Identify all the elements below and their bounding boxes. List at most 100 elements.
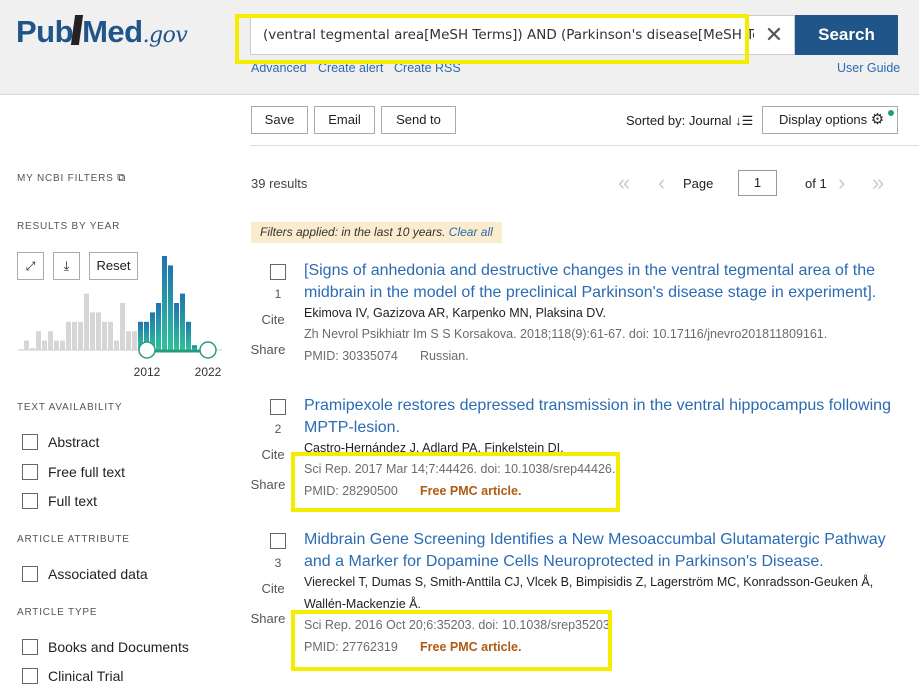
histogram-bar-1993[interactable] bbox=[24, 340, 29, 350]
display-options-button[interactable]: Display options ⚙ bbox=[762, 106, 898, 134]
send-to-button[interactable]: Send to bbox=[381, 106, 456, 134]
histogram-bar-2015[interactable] bbox=[156, 303, 161, 350]
result-pmid: PMID: 28290500 bbox=[304, 484, 398, 498]
year-end-label: 2022 bbox=[195, 365, 222, 379]
free-full-text-label[interactable]: Free full text bbox=[48, 464, 125, 480]
clear-all-link[interactable]: Clear all bbox=[449, 225, 493, 239]
result-number: 1 bbox=[274, 287, 282, 301]
user-guide-link[interactable]: User Guide bbox=[837, 61, 900, 75]
result-authors: Viereckel T, Dumas S, Smith-Anttila CJ, … bbox=[304, 575, 874, 611]
abstract-checkbox[interactable] bbox=[22, 434, 38, 450]
histogram-bar-2016[interactable] bbox=[162, 256, 167, 350]
histogram-bar-2001[interactable] bbox=[72, 321, 77, 350]
clinical-trial-checkbox[interactable] bbox=[22, 668, 38, 684]
histogram-bar-1994[interactable] bbox=[30, 348, 35, 350]
result-title-link[interactable]: Midbrain Gene Screening Identifies a New… bbox=[304, 529, 904, 573]
range-handle-start[interactable] bbox=[138, 341, 156, 359]
result-checkbox[interactable] bbox=[270, 533, 286, 549]
filters-applied-banner: Filters applied: in the last 10 years. C… bbox=[251, 222, 502, 243]
result-number: 2 bbox=[274, 422, 282, 436]
results-by-year-heading: RESULTS BY YEAR bbox=[17, 221, 121, 232]
result-citation: Sci Rep. 2017 Mar 14;7:44426. doi: 10.10… bbox=[304, 462, 616, 476]
result-checkbox[interactable] bbox=[270, 399, 286, 415]
prev-page-icon[interactable]: ‹ bbox=[658, 170, 665, 196]
range-handle-end[interactable] bbox=[199, 341, 217, 359]
cite-button[interactable]: Cite bbox=[253, 447, 293, 462]
histogram-bar-2003[interactable] bbox=[84, 293, 89, 350]
histogram-bar-2010[interactable] bbox=[126, 331, 131, 350]
histogram-bar-1996[interactable] bbox=[42, 340, 47, 350]
my-ncbi-filters-link[interactable]: MY NCBI FILTERS ⧉ bbox=[17, 172, 126, 185]
histogram-bar-2009[interactable] bbox=[120, 303, 125, 350]
histogram-bar-1995[interactable] bbox=[36, 331, 41, 350]
result-checkbox[interactable] bbox=[270, 264, 286, 280]
search-input[interactable]: (ventral tegmental area[MeSH Terms]) AND… bbox=[250, 15, 755, 55]
histogram-bar-2004[interactable] bbox=[90, 312, 95, 350]
books-documents-checkbox[interactable] bbox=[22, 639, 38, 655]
page-of-label: of 1 bbox=[805, 176, 827, 191]
highlight-box bbox=[291, 452, 620, 512]
year-histogram[interactable]: 2012 2022 bbox=[0, 250, 240, 380]
external-link-icon: ⧉ bbox=[117, 172, 126, 184]
result-title-link[interactable]: Pramipexole restores depressed transmiss… bbox=[304, 395, 904, 439]
histogram-bar-1999[interactable] bbox=[60, 340, 65, 350]
result-pmid: PMID: 30335074 bbox=[304, 349, 398, 363]
histogram-bar-2021[interactable] bbox=[192, 345, 197, 350]
sort-icon: ↓☰ bbox=[735, 113, 754, 128]
histogram-bar-2017[interactable] bbox=[168, 265, 173, 350]
share-button[interactable]: Share bbox=[248, 611, 288, 626]
create-alert-link[interactable]: Create alert bbox=[318, 61, 383, 75]
histogram-bar-2019[interactable] bbox=[180, 293, 185, 350]
clear-search-icon[interactable]: ✕ bbox=[754, 15, 795, 55]
text-availability-heading: TEXT AVAILABILITY bbox=[17, 402, 123, 413]
histogram-bar-1998[interactable] bbox=[54, 340, 59, 350]
advanced-link[interactable]: Advanced bbox=[251, 61, 307, 75]
result-citation: Sci Rep. 2016 Oct 20;6:35203. doi: 10.10… bbox=[304, 618, 614, 632]
histogram-bar-2008[interactable] bbox=[114, 340, 119, 350]
histogram-bar-2002[interactable] bbox=[78, 321, 83, 350]
associated-data-checkbox[interactable] bbox=[22, 566, 38, 582]
histogram-bar-2020[interactable] bbox=[186, 321, 191, 350]
article-attribute-heading: ARTICLE ATTRIBUTE bbox=[17, 534, 130, 545]
email-button[interactable]: Email bbox=[314, 106, 375, 134]
result-citation: Zh Nevrol Psikhiatr Im S S Korsakova. 20… bbox=[304, 327, 828, 341]
page-input[interactable]: 1 bbox=[738, 170, 777, 196]
books-documents-label[interactable]: Books and Documents bbox=[48, 639, 189, 655]
full-text-label[interactable]: Full text bbox=[48, 493, 97, 509]
result-authors: Castro-Hernández J, Adlard PA, Finkelste… bbox=[304, 441, 564, 455]
histogram-bar-2007[interactable] bbox=[108, 321, 113, 350]
share-button[interactable]: Share bbox=[248, 342, 288, 357]
histogram-bar-2000[interactable] bbox=[66, 321, 71, 350]
article-type-heading: ARTICLE TYPE bbox=[17, 607, 98, 618]
histogram-bar-2006[interactable] bbox=[102, 321, 107, 350]
histogram-bar-2005[interactable] bbox=[96, 312, 101, 350]
result-extra: Russian. bbox=[420, 349, 469, 363]
next-page-icon[interactable]: › bbox=[838, 170, 845, 196]
histogram-bar-2011[interactable] bbox=[132, 331, 137, 350]
free-full-text-checkbox[interactable] bbox=[22, 464, 38, 480]
pubmed-logo[interactable]: Pub Med.gov bbox=[16, 14, 188, 50]
gear-icon: ⚙ bbox=[870, 111, 885, 128]
search-button[interactable]: Search bbox=[795, 15, 898, 55]
create-rss-link[interactable]: Create RSS bbox=[394, 61, 461, 75]
clinical-trial-label[interactable]: Clinical Trial bbox=[48, 668, 123, 684]
histogram-bar-1997[interactable] bbox=[48, 331, 53, 350]
result-pmid: PMID: 27762319 bbox=[304, 640, 398, 654]
save-button[interactable]: Save bbox=[251, 106, 308, 134]
share-button[interactable]: Share bbox=[248, 477, 288, 492]
abstract-label[interactable]: Abstract bbox=[48, 434, 99, 450]
page-label: Page bbox=[683, 176, 714, 191]
header: Pub Med.gov (ventral tegmental area[MeSH … bbox=[0, 0, 919, 95]
cite-button[interactable]: Cite bbox=[253, 581, 293, 596]
sort-control[interactable]: Sorted by: Journal ↓☰ bbox=[626, 113, 753, 129]
histogram-bar-2018[interactable] bbox=[174, 303, 179, 350]
cite-button[interactable]: Cite bbox=[253, 312, 293, 327]
last-page-icon[interactable]: » bbox=[872, 170, 884, 196]
results-count: 39 results bbox=[251, 176, 308, 191]
divider bbox=[250, 145, 919, 146]
result-authors: Ekimova IV, Gazizova AR, Karpenko MN, Pl… bbox=[304, 306, 606, 320]
associated-data-label[interactable]: Associated data bbox=[48, 566, 148, 582]
result-title-link[interactable]: [Signs of anhedonia and destructive chan… bbox=[304, 260, 904, 304]
full-text-checkbox[interactable] bbox=[22, 493, 38, 509]
first-page-icon[interactable]: « bbox=[618, 170, 630, 196]
